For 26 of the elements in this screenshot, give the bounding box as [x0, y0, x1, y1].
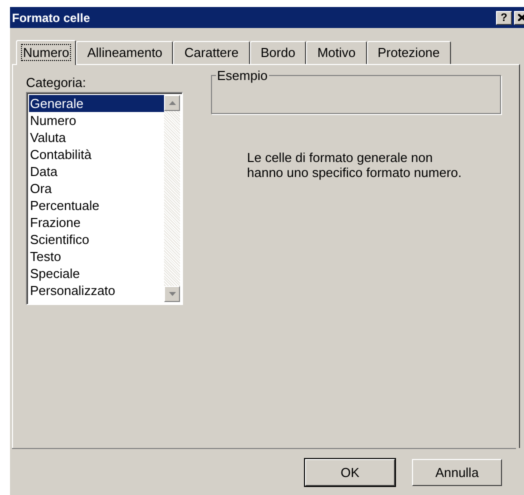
window-title: Formato celle — [12, 10, 90, 24]
category-list[interactable]: Generale Numero Valuta Contabilità Data Ora Percentuale Frazione Scientifico Testo Speciale Personalizzato — [26, 92, 183, 305]
list-item[interactable]: Generale — [29, 95, 164, 112]
list-item[interactable]: Frazione — [29, 214, 164, 231]
list-item[interactable]: Data — [29, 163, 164, 180]
group-label: Esempio — [216, 68, 269, 83]
list-item[interactable]: Percentuale — [29, 197, 164, 214]
list-item[interactable]: Testo — [29, 248, 164, 265]
dialog-button[interactable]: OK — [305, 458, 395, 486]
help-button[interactable]: ? — [496, 10, 512, 24]
list-item[interactable]: Speciale — [29, 265, 164, 282]
list-item[interactable]: Personalizzato — [29, 282, 164, 299]
tab[interactable]: Protezione — [366, 41, 451, 64]
tab[interactable]: Allineamento — [76, 41, 174, 64]
list-item[interactable]: Ora — [29, 180, 164, 197]
list-item[interactable]: Contabilità — [29, 146, 164, 163]
tab[interactable]: Bordo — [250, 41, 306, 64]
list-item[interactable]: Valuta — [29, 129, 164, 146]
description-text: Le celle di formato generale non hanno uno specifico formato numero. — [247, 150, 462, 180]
list-item[interactable]: Scientifico — [29, 231, 164, 248]
tab[interactable]: Carattere — [173, 41, 250, 64]
dialog-button[interactable]: Annulla — [412, 458, 502, 486]
tab[interactable]: Numero — [16, 40, 76, 65]
tab[interactable]: Motivo — [306, 41, 367, 64]
category-label: Categoria: — [26, 75, 87, 90]
list-item[interactable]: Numero — [29, 112, 164, 129]
